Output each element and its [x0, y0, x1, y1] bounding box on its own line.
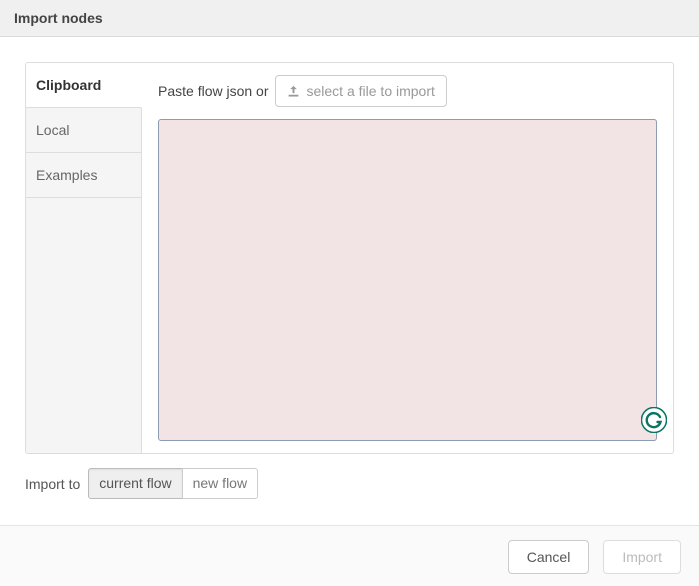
paste-instruction-row: Paste flow json or select a file to impo… [158, 75, 657, 107]
select-file-button[interactable]: select a file to import [275, 75, 447, 107]
sidebar-item-label: Local [36, 122, 69, 138]
sidebar-item-label: Clipboard [36, 77, 101, 93]
flow-json-textarea[interactable] [158, 119, 657, 441]
dialog-header: Import nodes [0, 0, 699, 37]
upload-icon [287, 85, 300, 98]
clipboard-content: Paste flow json or select a file to impo… [142, 63, 673, 453]
dialog-title: Import nodes [14, 10, 685, 26]
toggle-label: new flow [193, 475, 247, 491]
import-button[interactable]: Import [603, 540, 681, 574]
sidebar-tab-clipboard[interactable]: Clipboard [26, 63, 142, 108]
button-label: Import [622, 549, 662, 565]
paste-label: Paste flow json or [158, 83, 269, 99]
sidebar-item-label: Examples [36, 167, 97, 183]
sidebar-tab-local[interactable]: Local [26, 108, 141, 153]
import-to-new-flow[interactable]: new flow [182, 468, 258, 499]
dialog-body: Clipboard Local Examples Paste flow json… [0, 37, 699, 515]
cancel-button[interactable]: Cancel [508, 540, 590, 574]
import-to-label: Import to [25, 476, 80, 492]
import-to-current-flow[interactable]: current flow [88, 468, 182, 499]
toggle-label: current flow [99, 475, 171, 491]
import-to-row: Import to current flow new flow [25, 454, 674, 499]
sidebar-tab-examples[interactable]: Examples [26, 153, 141, 198]
import-panel: Clipboard Local Examples Paste flow json… [25, 62, 674, 454]
import-to-toggle: current flow new flow [88, 468, 258, 499]
button-label: Cancel [527, 549, 571, 565]
dialog-footer: Cancel Import [0, 525, 699, 586]
source-sidebar: Clipboard Local Examples [26, 63, 142, 453]
select-file-label: select a file to import [307, 84, 435, 98]
